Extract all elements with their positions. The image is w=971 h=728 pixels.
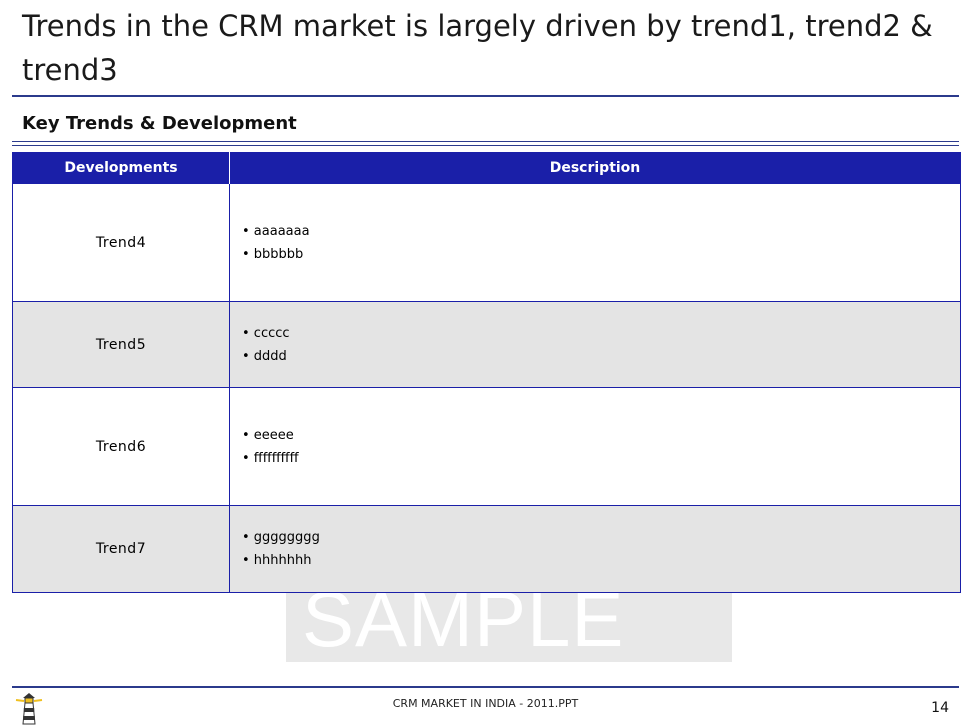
description-bullet: • gggggggg: [242, 530, 320, 545]
slide-title: Trends in the CRM market is largely driv…: [22, 9, 933, 87]
description-bullet: • dddd: [242, 348, 287, 364]
table-row: Trend4 • aaaaaaa • bbbbbb: [13, 184, 960, 302]
description-bullet: • ccccc: [242, 325, 290, 341]
trends-table: Developments Description Trend4 • aaaaaa…: [12, 152, 961, 593]
subtitle-divider-bottom: [12, 145, 959, 146]
page-number: 14: [931, 700, 949, 716]
table-row: Trend7 • gggggggg • hhhhhhh: [13, 506, 960, 593]
description-cell: • gggggggg • hhhhhhh: [230, 506, 960, 592]
description-bullet: • ffffffffff: [242, 450, 299, 466]
header-developments: Developments: [13, 152, 230, 184]
table-header: Developments Description: [13, 152, 960, 184]
table-row: Trend6 • eeeee • ffffffffff: [13, 388, 960, 506]
description-bullet: • hhhhhhh: [242, 553, 312, 568]
subtitle-divider-top: [12, 141, 959, 142]
development-cell: Trend4: [13, 184, 230, 301]
description-bullet: • aaaaaaa: [242, 223, 310, 239]
footer-divider: [12, 686, 959, 688]
development-cell: Trend6: [13, 388, 230, 505]
description-cell: • eeeee • ffffffffff: [230, 388, 960, 505]
table-row: Trend5 • ccccc • dddd: [13, 302, 960, 388]
footer-document-name: CRM MARKET IN INDIA - 2011.PPT: [392, 697, 579, 710]
description-cell: • ccccc • dddd: [230, 302, 960, 387]
description-cell: • aaaaaaa • bbbbbb: [230, 184, 960, 301]
header-description: Description: [549, 160, 641, 176]
description-bullet: • eeeee: [242, 427, 294, 443]
development-cell: Trend5: [13, 302, 230, 387]
title-divider: [12, 95, 959, 97]
description-bullet: • bbbbbb: [242, 246, 304, 262]
section-subtitle: Key Trends & Development: [22, 113, 297, 134]
development-cell: Trend7: [13, 506, 230, 592]
